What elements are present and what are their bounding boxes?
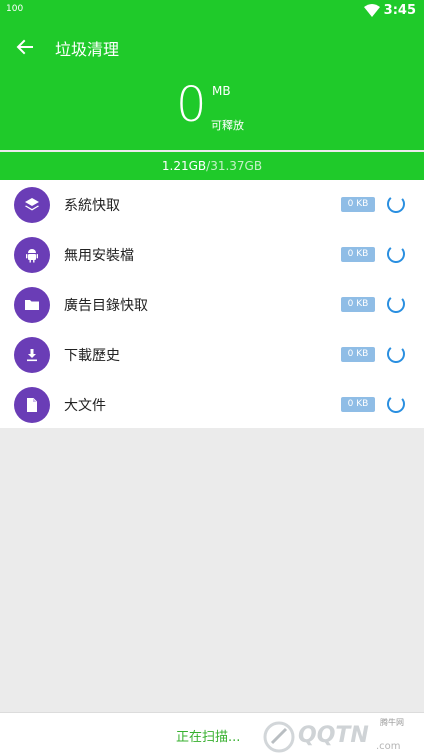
loading-spinner-icon <box>387 297 405 313</box>
page-title: 垃圾清理 <box>55 40 120 59</box>
wifi-icon <box>364 4 380 17</box>
layers-icon <box>14 187 50 223</box>
loading-spinner-icon <box>387 347 405 363</box>
bottom-bar: 正在扫描... QQTN 腾牛网 .com <box>0 712 424 755</box>
status-battery-text: 100 <box>6 4 24 14</box>
loading-spinner-icon <box>387 197 405 213</box>
list-item-unused-apk[interactable]: 無用安裝檔 0 KB <box>0 230 424 280</box>
loading-spinner-icon <box>387 247 405 263</box>
list-item-label: 下載歷史 <box>64 348 120 364</box>
size-badge: 0 KB <box>341 297 375 312</box>
watermark-text: QQTN <box>298 723 369 748</box>
watermark-sub: 腾牛网 <box>380 718 404 727</box>
junk-amount: 0 <box>176 77 207 133</box>
list-item-ad-folder-cache[interactable]: 廣告目錄快取 0 KB <box>0 280 424 330</box>
storage-total: /31.37GB <box>206 159 263 173</box>
folder-icon <box>14 287 50 323</box>
storage-bar: 1.21GB/31.37GB <box>0 152 424 180</box>
list-item-large-files[interactable]: 大文件 0 KB <box>0 380 424 430</box>
header: 垃圾清理 0 MB 可釋放 <box>0 22 424 150</box>
watermark-logo-icon <box>263 721 295 753</box>
size-badge: 0 KB <box>341 397 375 412</box>
android-icon <box>14 237 50 273</box>
watermark: QQTN 腾牛网 .com <box>258 717 424 755</box>
file-icon <box>14 387 50 423</box>
list-item-label: 大文件 <box>64 398 106 414</box>
junk-list: 系統快取 0 KB 無用安裝檔 0 KB 廣告目錄快取 0 KB 下載歷史 0 … <box>0 180 424 428</box>
storage-used: 1.21GB <box>161 159 207 173</box>
list-item-download-history[interactable]: 下載歷史 0 KB <box>0 330 424 380</box>
junk-unit: MB <box>212 84 231 98</box>
status-time: 3:45 <box>383 3 416 18</box>
list-item-label: 無用安裝檔 <box>64 248 134 264</box>
status-bar: 100 3:45 <box>0 0 424 22</box>
size-badge: 0 KB <box>341 347 375 362</box>
download-icon <box>14 337 50 373</box>
size-badge: 0 KB <box>341 197 375 212</box>
list-item-label: 廣告目錄快取 <box>64 298 148 314</box>
loading-spinner-icon <box>387 397 405 413</box>
watermark-com: .com <box>376 741 401 752</box>
size-badge: 0 KB <box>341 247 375 262</box>
releasable-label: 可釋放 <box>211 119 244 132</box>
list-item-label: 系統快取 <box>64 198 120 214</box>
list-item-system-cache[interactable]: 系統快取 0 KB <box>0 180 424 230</box>
scan-status[interactable]: 正在扫描... <box>176 726 240 745</box>
back-arrow-icon[interactable] <box>12 34 38 60</box>
